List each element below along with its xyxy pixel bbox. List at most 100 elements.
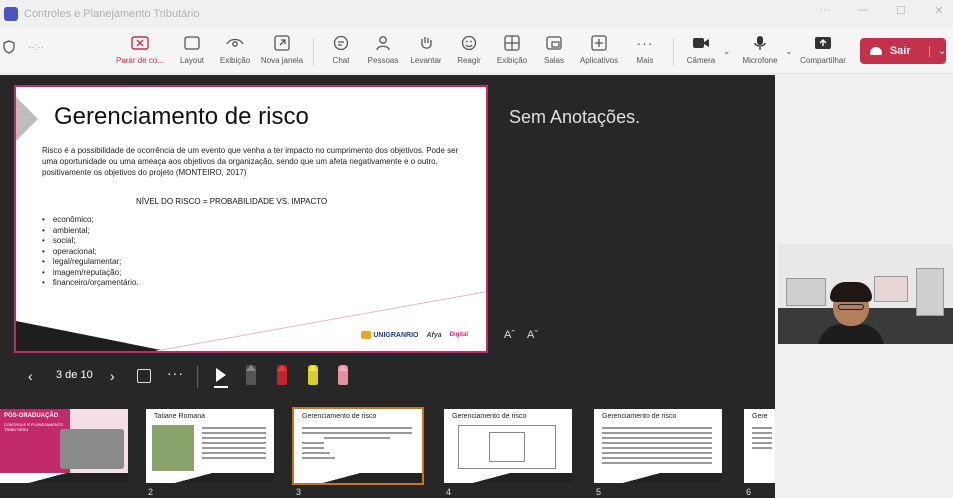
more-button[interactable]: ··· Mais (620, 34, 670, 65)
pen-tip-icon (246, 365, 256, 371)
list-item: financeiro/orçamentário. (42, 278, 139, 289)
share-icon (814, 34, 832, 52)
more-options-icon[interactable]: ··· (167, 365, 184, 381)
thumbnail-photo (152, 425, 194, 471)
share-label: Compartilhar (800, 56, 846, 65)
thumbnail-number: 4 (446, 487, 452, 497)
list-item: ambiental; (42, 226, 139, 237)
thumbnail-text-lines (602, 427, 712, 467)
new-window-button[interactable]: Nova janela (257, 34, 307, 65)
new-window-label: Nova janela (260, 56, 304, 65)
thumbnail-title: Tatiane Romana (154, 413, 205, 420)
slide-thumbnail-4[interactable]: Gerenciamento de risco (444, 409, 572, 483)
wall-art (874, 276, 908, 302)
slide-subheading: NÍVEL DO RISCO = PROBABILIDADE VS. IMPAC… (136, 197, 328, 206)
thumbnail-text-lines (302, 427, 412, 462)
slide-counter: 3 de 10 (56, 369, 93, 381)
more-options-icon[interactable]: ··· (817, 4, 833, 17)
camera-label: Câmera (686, 56, 716, 65)
people-icon (375, 34, 391, 52)
minimize-icon[interactable]: — (855, 4, 871, 17)
slide-grid-icon[interactable] (137, 369, 151, 383)
slide-logos: UNIGRANRIO Afya Digital (361, 331, 468, 339)
apps-label: Aplicativos (579, 56, 619, 65)
microphone-options-chevron-icon[interactable]: ⌄ (785, 46, 793, 57)
pen-black-tool[interactable] (246, 365, 256, 385)
decrease-font-button[interactable]: Aˇ (527, 329, 538, 341)
rooms-button[interactable]: Salas (529, 34, 579, 65)
wall-art (916, 268, 944, 316)
thumbnail-text-lines (752, 427, 772, 452)
view-button[interactable]: Exibição (210, 34, 260, 65)
slide-thumbnail-5[interactable]: Gerenciamento de risco (594, 409, 722, 483)
slide-navigation-bar: ‹ 3 de 10 › ··· (0, 360, 775, 394)
share-button[interactable]: Compartilhar (798, 34, 848, 65)
layout-icon (184, 34, 200, 52)
pointer-icon (216, 368, 226, 382)
view-label: Exibição (219, 56, 251, 65)
thumbnail-title: Gere (752, 413, 768, 420)
slide-thumbnail-1[interactable]: PÓS-GRADUAÇÃO CONTROLE E PLANEJAMENTO TR… (0, 409, 128, 483)
rooms-icon (546, 34, 562, 52)
maximize-icon[interactable]: ☐ (893, 4, 909, 17)
camera-options-chevron-icon[interactable]: ⌄ (723, 46, 731, 57)
slide-footer-shape (16, 291, 486, 351)
navbar-divider (197, 366, 198, 388)
more-icon: ··· (636, 35, 654, 51)
thumbnail-footer (594, 473, 722, 483)
previous-slide-icon[interactable]: ‹ (28, 368, 33, 384)
unigranrio-logo: UNIGRANRIO (361, 331, 418, 339)
title-bar: Controles e Planejamento Tributário ··· … (0, 0, 953, 28)
laser-pointer-tool[interactable] (214, 364, 230, 388)
microphone-button[interactable]: Microfone (735, 34, 785, 65)
participant-video-tile[interactable] (778, 244, 953, 344)
new-window-icon (274, 34, 290, 52)
pen-tip-icon (277, 365, 287, 371)
list-item: econômico; (42, 215, 139, 226)
thumbnail-number: 5 (596, 487, 602, 497)
raise-hand-label: Levantar (410, 56, 442, 65)
camera-icon (692, 34, 710, 52)
participant-glasses (838, 304, 864, 310)
leave-options-chevron-icon[interactable]: ⌄ (928, 45, 946, 57)
thumbnail-number: 3 (296, 487, 302, 497)
leave-button[interactable]: Sair ⌄ (860, 38, 946, 64)
stop-share-icon (131, 34, 149, 52)
raise-hand-icon (418, 34, 434, 52)
close-icon[interactable]: ✕ (931, 4, 947, 17)
next-slide-icon[interactable]: › (110, 368, 115, 384)
toolbar-divider (313, 38, 314, 66)
slide-thumbnail-3[interactable]: Gerenciamento de risco (292, 407, 424, 485)
unigranrio-logo-text: UNIGRANRIO (373, 331, 419, 339)
highlighter-tool[interactable] (308, 365, 318, 385)
presentation-stage: Gerenciamento de risco Risco é a possibi… (0, 75, 775, 498)
thumbnail-title: Gerenciamento de risco (452, 413, 527, 420)
stop-sharing-label: Parar de co... (115, 56, 165, 65)
thumbnail-number: 2 (148, 487, 154, 497)
thumbnail-subtitle: CONTROLE E PLANEJAMENTO TRIBUTÁRIO (4, 422, 64, 432)
eye-icon (226, 34, 244, 52)
slide-thumbnail-6[interactable]: Gere (744, 409, 775, 483)
apps-icon (591, 34, 607, 52)
shield-icon[interactable] (2, 40, 16, 54)
rooms-label: Salas (543, 56, 564, 65)
stop-sharing-button[interactable]: Parar de co... (115, 34, 165, 65)
active-tool-indicator (214, 386, 228, 388)
pen-red-tool[interactable] (277, 365, 287, 385)
more-label: Mais (636, 56, 654, 65)
wall-art (786, 278, 826, 306)
thumbnail-diagram-box (489, 432, 525, 462)
slide-thumbnail-2[interactable]: Tatiane Romana (146, 409, 274, 483)
thumbnail-title: Gerenciamento de risco (302, 413, 377, 420)
apps-button[interactable]: Aplicativos (574, 34, 624, 65)
microphone-label: Microfone (742, 56, 778, 65)
view-grid-icon (504, 34, 520, 52)
eraser-tool[interactable] (338, 365, 348, 385)
react-icon (461, 34, 477, 52)
people-label: Pessoas (367, 56, 399, 65)
increase-font-button[interactable]: Aˆ (504, 329, 515, 341)
speaker-notes: Sem Anotações. (509, 107, 641, 127)
thumbnail-title: PÓS-GRADUAÇÃO (4, 413, 59, 419)
camera-button[interactable]: Câmera (676, 34, 726, 65)
teams-logo-icon (4, 7, 18, 21)
